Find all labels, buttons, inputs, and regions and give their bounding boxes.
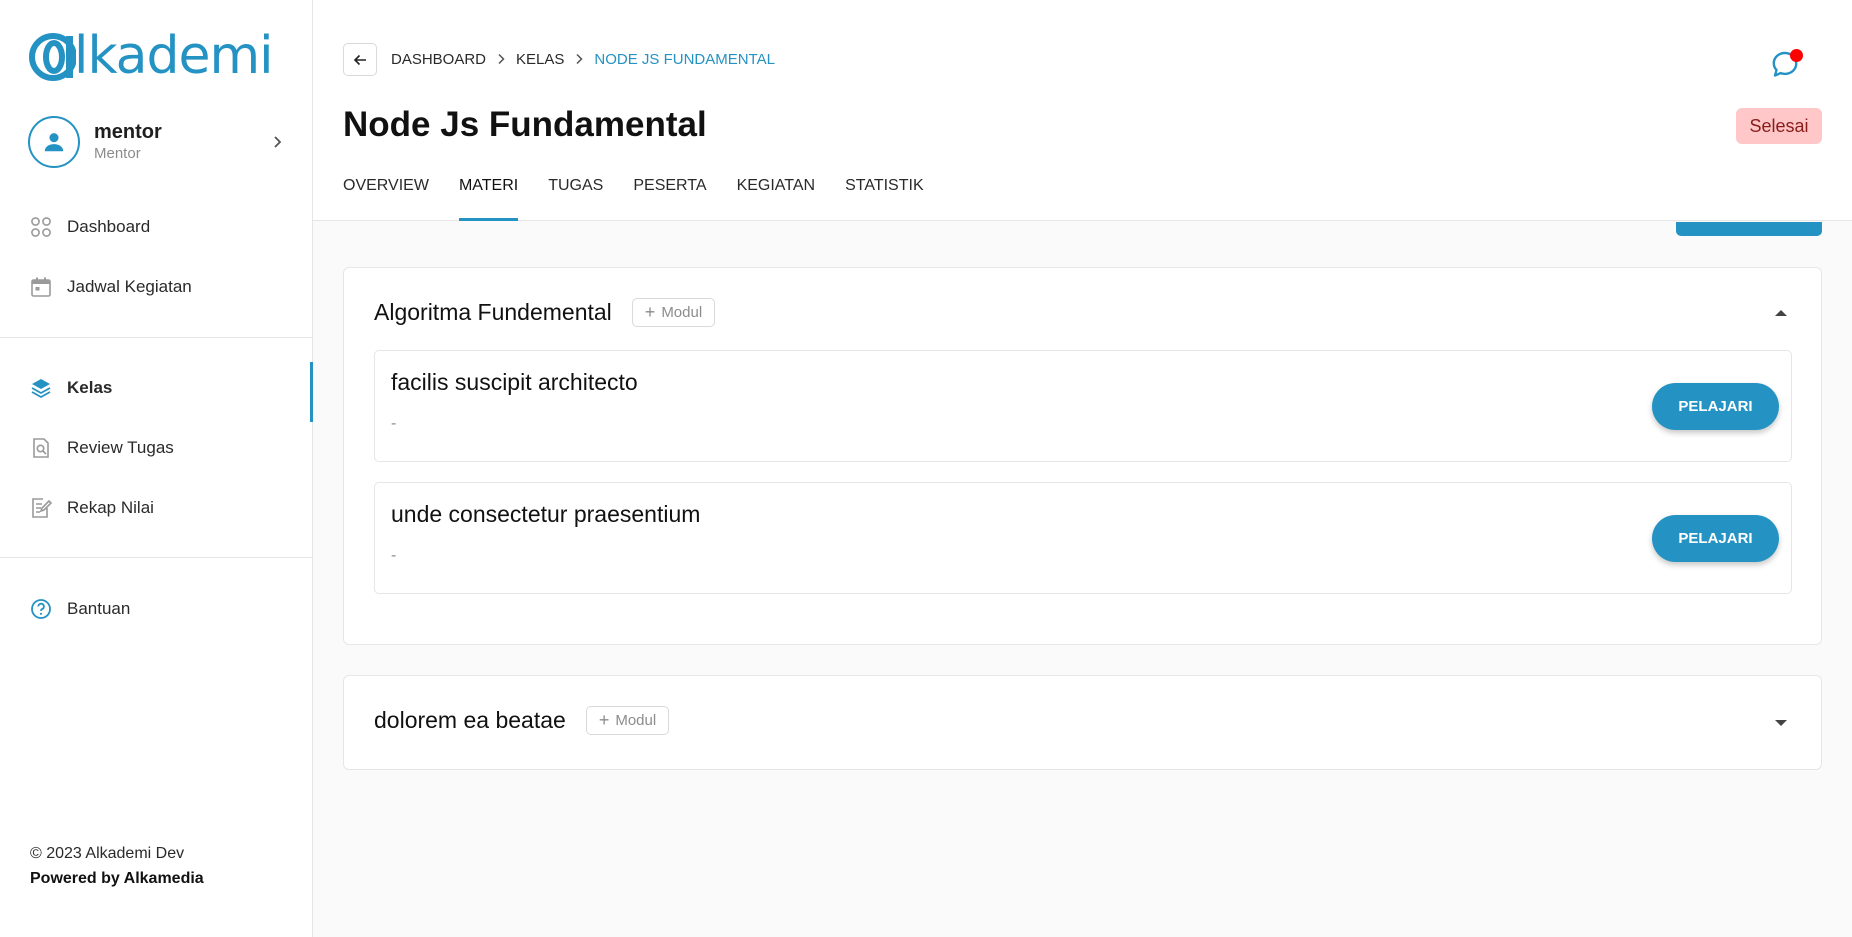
pelajari-button[interactable]: PELAJARI (1652, 383, 1779, 430)
footer-copyright: © 2023 Alkademi Dev (30, 845, 185, 862)
chevron-right-icon (486, 49, 516, 69)
modul-title: facilis suscipit architecto (391, 369, 638, 395)
sidebar-item-label: Review Tugas (67, 438, 174, 457)
avatar (28, 116, 80, 168)
sidebar: lkademi mentor Mentor Dashboard Jadwal K… (0, 0, 313, 937)
back-button[interactable] (343, 43, 377, 76)
document-search-icon (30, 437, 52, 459)
sidebar-divider (0, 337, 312, 338)
profile-role: Mentor (94, 145, 141, 162)
alkademi-logo[interactable]: lkademi (28, 26, 274, 86)
tab-peserta[interactable]: PESERTA (633, 170, 706, 221)
collapse-toggle[interactable] (1769, 301, 1793, 325)
add-modul-button[interactable]: + Modul (585, 706, 670, 735)
tab-statistik[interactable]: STATISTIK (845, 170, 924, 221)
page-header: DASHBOARD KELAS NODE JS FUNDAMENTAL Node… (313, 0, 1852, 221)
section-title: dolorem ea beatae (374, 707, 566, 733)
sidebar-item-bantuan[interactable]: Bantuan (0, 587, 313, 631)
status-badge: Selesai (1736, 108, 1822, 144)
calendar-icon (30, 276, 52, 298)
tab-kegiatan[interactable]: KEGIATAN (737, 170, 816, 221)
modul-card: unde consectetur praesentium - PELAJARI (374, 482, 1792, 594)
modul-card: facilis suscipit architecto - PELAJARI (374, 350, 1792, 462)
sidebar-item-label: Rekap Nilai (67, 498, 154, 517)
grid-icon (30, 216, 52, 238)
section-header: dolorem ea beatae + Modul (374, 706, 670, 735)
profile-menu[interactable]: mentor Mentor (28, 115, 288, 169)
sidebar-item-kelas[interactable]: Kelas (0, 362, 313, 422)
sidebar-item-jadwal-kegiatan[interactable]: Jadwal Kegiatan (0, 265, 313, 309)
breadcrumb: DASHBOARD KELAS NODE JS FUNDAMENTAL (391, 49, 775, 69)
tab-overview[interactable]: OVERVIEW (343, 170, 429, 221)
sidebar-item-label: Jadwal Kegiatan (67, 277, 192, 296)
add-modul-label: Modul (661, 304, 703, 321)
sidebar-item-review-tugas[interactable]: Review Tugas (0, 426, 313, 470)
logo-text: lkademi (74, 26, 274, 86)
arrow-left-icon (353, 54, 366, 65)
add-modul-button[interactable]: + Modul (631, 298, 716, 327)
chevron-right-icon (268, 132, 288, 152)
chevron-right-icon (564, 49, 594, 69)
tab-tugas[interactable]: TUGAS (548, 170, 603, 221)
caret-up-icon (1775, 310, 1787, 316)
caret-down-icon (1775, 720, 1787, 726)
user-icon (44, 133, 64, 152)
sidebar-item-label: Kelas (67, 378, 113, 397)
profile-name: mentor (94, 121, 162, 143)
sidebar-divider (0, 557, 312, 558)
materi-section: Algoritma Fundemental + Modul facilis su… (343, 267, 1822, 645)
footer-powered-by: Powered by Alkamedia (30, 870, 204, 887)
modul-description: - (391, 547, 397, 564)
layers-icon (30, 377, 52, 399)
sidebar-item-dashboard[interactable]: Dashboard (0, 205, 313, 249)
sidebar-item-rekap-nilai[interactable]: Rekap Nilai (0, 486, 313, 530)
breadcrumb-dashboard[interactable]: DASHBOARD (391, 51, 486, 68)
alkademi-logo-mark-icon (28, 28, 77, 84)
add-modul-label: Modul (615, 712, 657, 729)
pelajari-button[interactable]: PELAJARI (1652, 515, 1779, 562)
modul-description: - (391, 415, 397, 432)
sidebar-item-label: Dashboard (67, 217, 151, 236)
breadcrumb-kelas[interactable]: KELAS (516, 51, 564, 68)
tab-materi[interactable]: MATERI (458, 170, 519, 221)
modul-title: unde consectetur praesentium (391, 501, 701, 527)
expand-toggle[interactable] (1769, 711, 1793, 735)
page-title: Node Js Fundamental (343, 105, 707, 144)
add-section-button[interactable] (1676, 222, 1822, 236)
materi-section: dolorem ea beatae + Modul (343, 675, 1822, 770)
tab-bar: OVERVIEW MATERI TUGAS PESERTA KEGIATAN S… (343, 170, 954, 221)
section-title: Algoritma Fundemental (374, 299, 612, 325)
plus-icon: + (598, 710, 610, 730)
section-header: Algoritma Fundemental + Modul (374, 298, 716, 327)
notification-dot (1790, 49, 1803, 62)
plus-icon: + (644, 302, 656, 322)
sidebar-item-label: Bantuan (67, 599, 131, 618)
help-circle-icon (30, 598, 52, 620)
edit-note-icon (30, 497, 52, 519)
breadcrumb-current: NODE JS FUNDAMENTAL (594, 50, 775, 68)
